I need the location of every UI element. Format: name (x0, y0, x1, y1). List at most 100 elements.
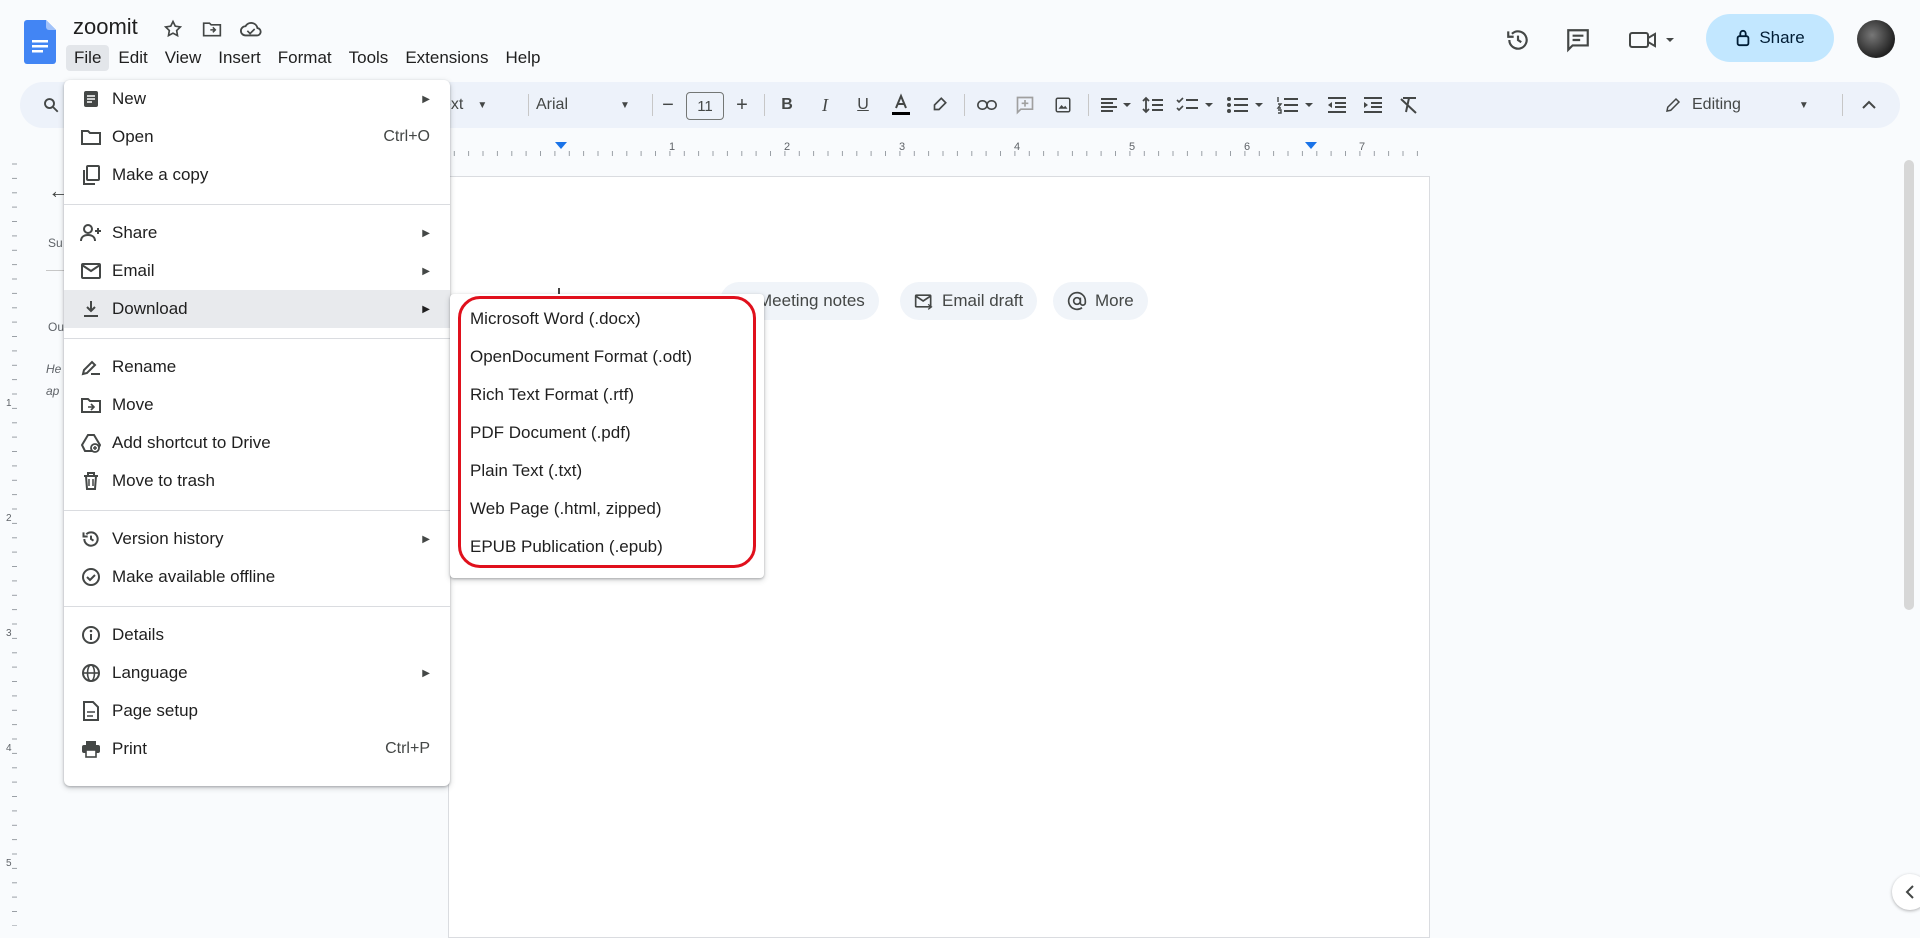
email-draft-chip[interactable]: Email draft (900, 282, 1038, 320)
ruler-number: 4 (1014, 141, 1020, 153)
menu-item-share[interactable]: Share ▶ (64, 214, 450, 252)
menubar: File Edit View Insert Format Tools Exten… (66, 44, 549, 72)
pencil-icon (1666, 97, 1681, 112)
decrease-indent-icon[interactable] (1322, 82, 1352, 128)
mail-icon (80, 260, 102, 282)
document-title[interactable]: zoomit (73, 14, 138, 40)
style-dropdown-arrow-icon: ▼ (477, 99, 488, 111)
font-size-input[interactable]: 11 (686, 92, 724, 120)
download-icon (80, 298, 102, 320)
font-size-input-wrap: 11 (684, 82, 724, 128)
menu-extensions[interactable]: Extensions (397, 45, 496, 71)
info-icon (80, 624, 102, 646)
ruler-number: 6 (1244, 141, 1250, 153)
submenu-arrow-icon: ▶ (422, 265, 430, 277)
avatar[interactable] (1857, 20, 1895, 58)
vertical-ruler-number: 1 (6, 398, 12, 409)
menu-format[interactable]: Format (270, 45, 340, 71)
menu-view[interactable]: View (157, 45, 210, 71)
submenu-arrow-icon: ▶ (422, 227, 430, 239)
editing-mode-dropdown[interactable]: Editing ▼ (1664, 82, 1824, 128)
vertical-ruler-number: 3 (6, 628, 12, 639)
submenu-arrow-icon: ▶ (422, 533, 430, 545)
drive-shortcut-icon (80, 432, 102, 454)
bold-icon[interactable]: B (772, 82, 802, 128)
menu-divider (64, 510, 450, 511)
align-dropdown-icon[interactable] (1096, 82, 1136, 128)
vertical-ruler: 1 2 3 4 5 (0, 160, 18, 927)
checklist-dropdown-icon[interactable] (1172, 82, 1220, 128)
person-add-icon (80, 222, 102, 244)
meet-icon[interactable] (1625, 22, 1681, 58)
line-spacing-icon[interactable] (1138, 82, 1168, 128)
menu-item-download[interactable]: Download ▶ (64, 290, 450, 328)
italic-icon[interactable]: I (810, 82, 840, 128)
menu-divider (64, 338, 450, 339)
decrease-font-size-button[interactable]: − (654, 82, 682, 128)
vertical-ruler-number: 4 (6, 743, 12, 754)
menu-divider (64, 204, 450, 205)
hide-menus-chevron-icon[interactable] (1854, 82, 1884, 128)
menu-item-make-a-copy[interactable]: Make a copy (64, 156, 450, 194)
header: zoomit File Edit View Insert Format Tool… (0, 0, 1920, 78)
vertical-ruler-number: 5 (6, 858, 12, 869)
more-chip[interactable]: More (1053, 282, 1148, 320)
menu-item-move-to-trash[interactable]: Move to trash (64, 462, 450, 500)
text-color-icon[interactable] (886, 82, 916, 128)
history-icon (80, 528, 102, 550)
cloud-saved-icon[interactable] (238, 16, 264, 42)
menu-item-move[interactable]: Move (64, 386, 450, 424)
version-history-icon[interactable] (1500, 22, 1536, 58)
vertical-scrollbar[interactable] (1904, 160, 1914, 610)
left-indent-marker[interactable] (555, 142, 567, 149)
star-icon[interactable] (160, 16, 186, 42)
ruler-ticks: 1 2 3 4 5 6 7 (367, 141, 1677, 156)
insert-image-icon[interactable] (1048, 82, 1078, 128)
ruler-number: 7 (1359, 141, 1365, 153)
share-button[interactable]: Share (1706, 14, 1834, 62)
move-folder-icon[interactable] (199, 16, 225, 42)
docs-logo-icon[interactable] (24, 20, 56, 64)
menu-item-page-setup[interactable]: Page setup (64, 692, 450, 730)
vertical-ruler-ticks: 1 2 3 4 5 (6, 163, 17, 927)
menu-tools[interactable]: Tools (341, 45, 397, 71)
font-label: Arial (536, 96, 569, 113)
menu-item-details[interactable]: Details (64, 616, 450, 654)
menu-item-rename[interactable]: Rename (64, 348, 450, 386)
underline-icon[interactable]: U (848, 82, 878, 128)
add-comment-icon[interactable] (1010, 82, 1040, 128)
increase-font-size-button[interactable]: + (728, 82, 756, 128)
menu-item-version-history[interactable]: Version history ▶ (64, 520, 450, 558)
meeting-notes-label: Meeting notes (758, 291, 865, 310)
menu-insert[interactable]: Insert (210, 45, 269, 71)
menu-help[interactable]: Help (497, 45, 548, 71)
menu-item-open[interactable]: Open Ctrl+O (64, 118, 450, 156)
right-margin-marker[interactable] (1305, 142, 1317, 149)
comments-icon[interactable] (1560, 22, 1596, 58)
menu-item-print[interactable]: Print Ctrl+P (64, 730, 450, 768)
font-dropdown[interactable]: Arial ▼ (536, 82, 646, 128)
menu-item-make-available-offline[interactable]: Make available offline (64, 558, 450, 596)
menu-item-new[interactable]: New ▶ (64, 80, 450, 118)
menu-item-language[interactable]: Language ▶ (64, 654, 450, 692)
share-label: Share (1759, 28, 1805, 47)
clear-formatting-icon[interactable] (1394, 82, 1424, 128)
highlight-color-icon[interactable] (924, 82, 954, 128)
globe-icon (80, 662, 102, 684)
bulleted-list-icon[interactable] (1222, 82, 1270, 128)
horizontal-ruler: 1 2 3 4 5 6 7 (365, 138, 1677, 158)
menu-item-add-shortcut-to-drive[interactable]: Add shortcut to Drive (64, 424, 450, 462)
menu-item-email[interactable]: Email ▶ (64, 252, 450, 290)
search-menus-icon[interactable] (38, 82, 64, 128)
page-setup-icon (80, 700, 102, 722)
menu-file[interactable]: File (66, 45, 110, 71)
ruler-number: 5 (1129, 141, 1135, 153)
numbered-list-icon[interactable] (1272, 82, 1320, 128)
shortcut-open: Ctrl+O (383, 128, 430, 145)
style-dropdown[interactable]: ext ▼ (442, 82, 522, 128)
increase-indent-icon[interactable] (1358, 82, 1388, 128)
side-panel-toggle-icon[interactable] (1892, 874, 1920, 910)
more-label: More (1095, 291, 1134, 310)
menu-edit[interactable]: Edit (110, 45, 155, 71)
insert-link-icon[interactable] (972, 82, 1002, 128)
